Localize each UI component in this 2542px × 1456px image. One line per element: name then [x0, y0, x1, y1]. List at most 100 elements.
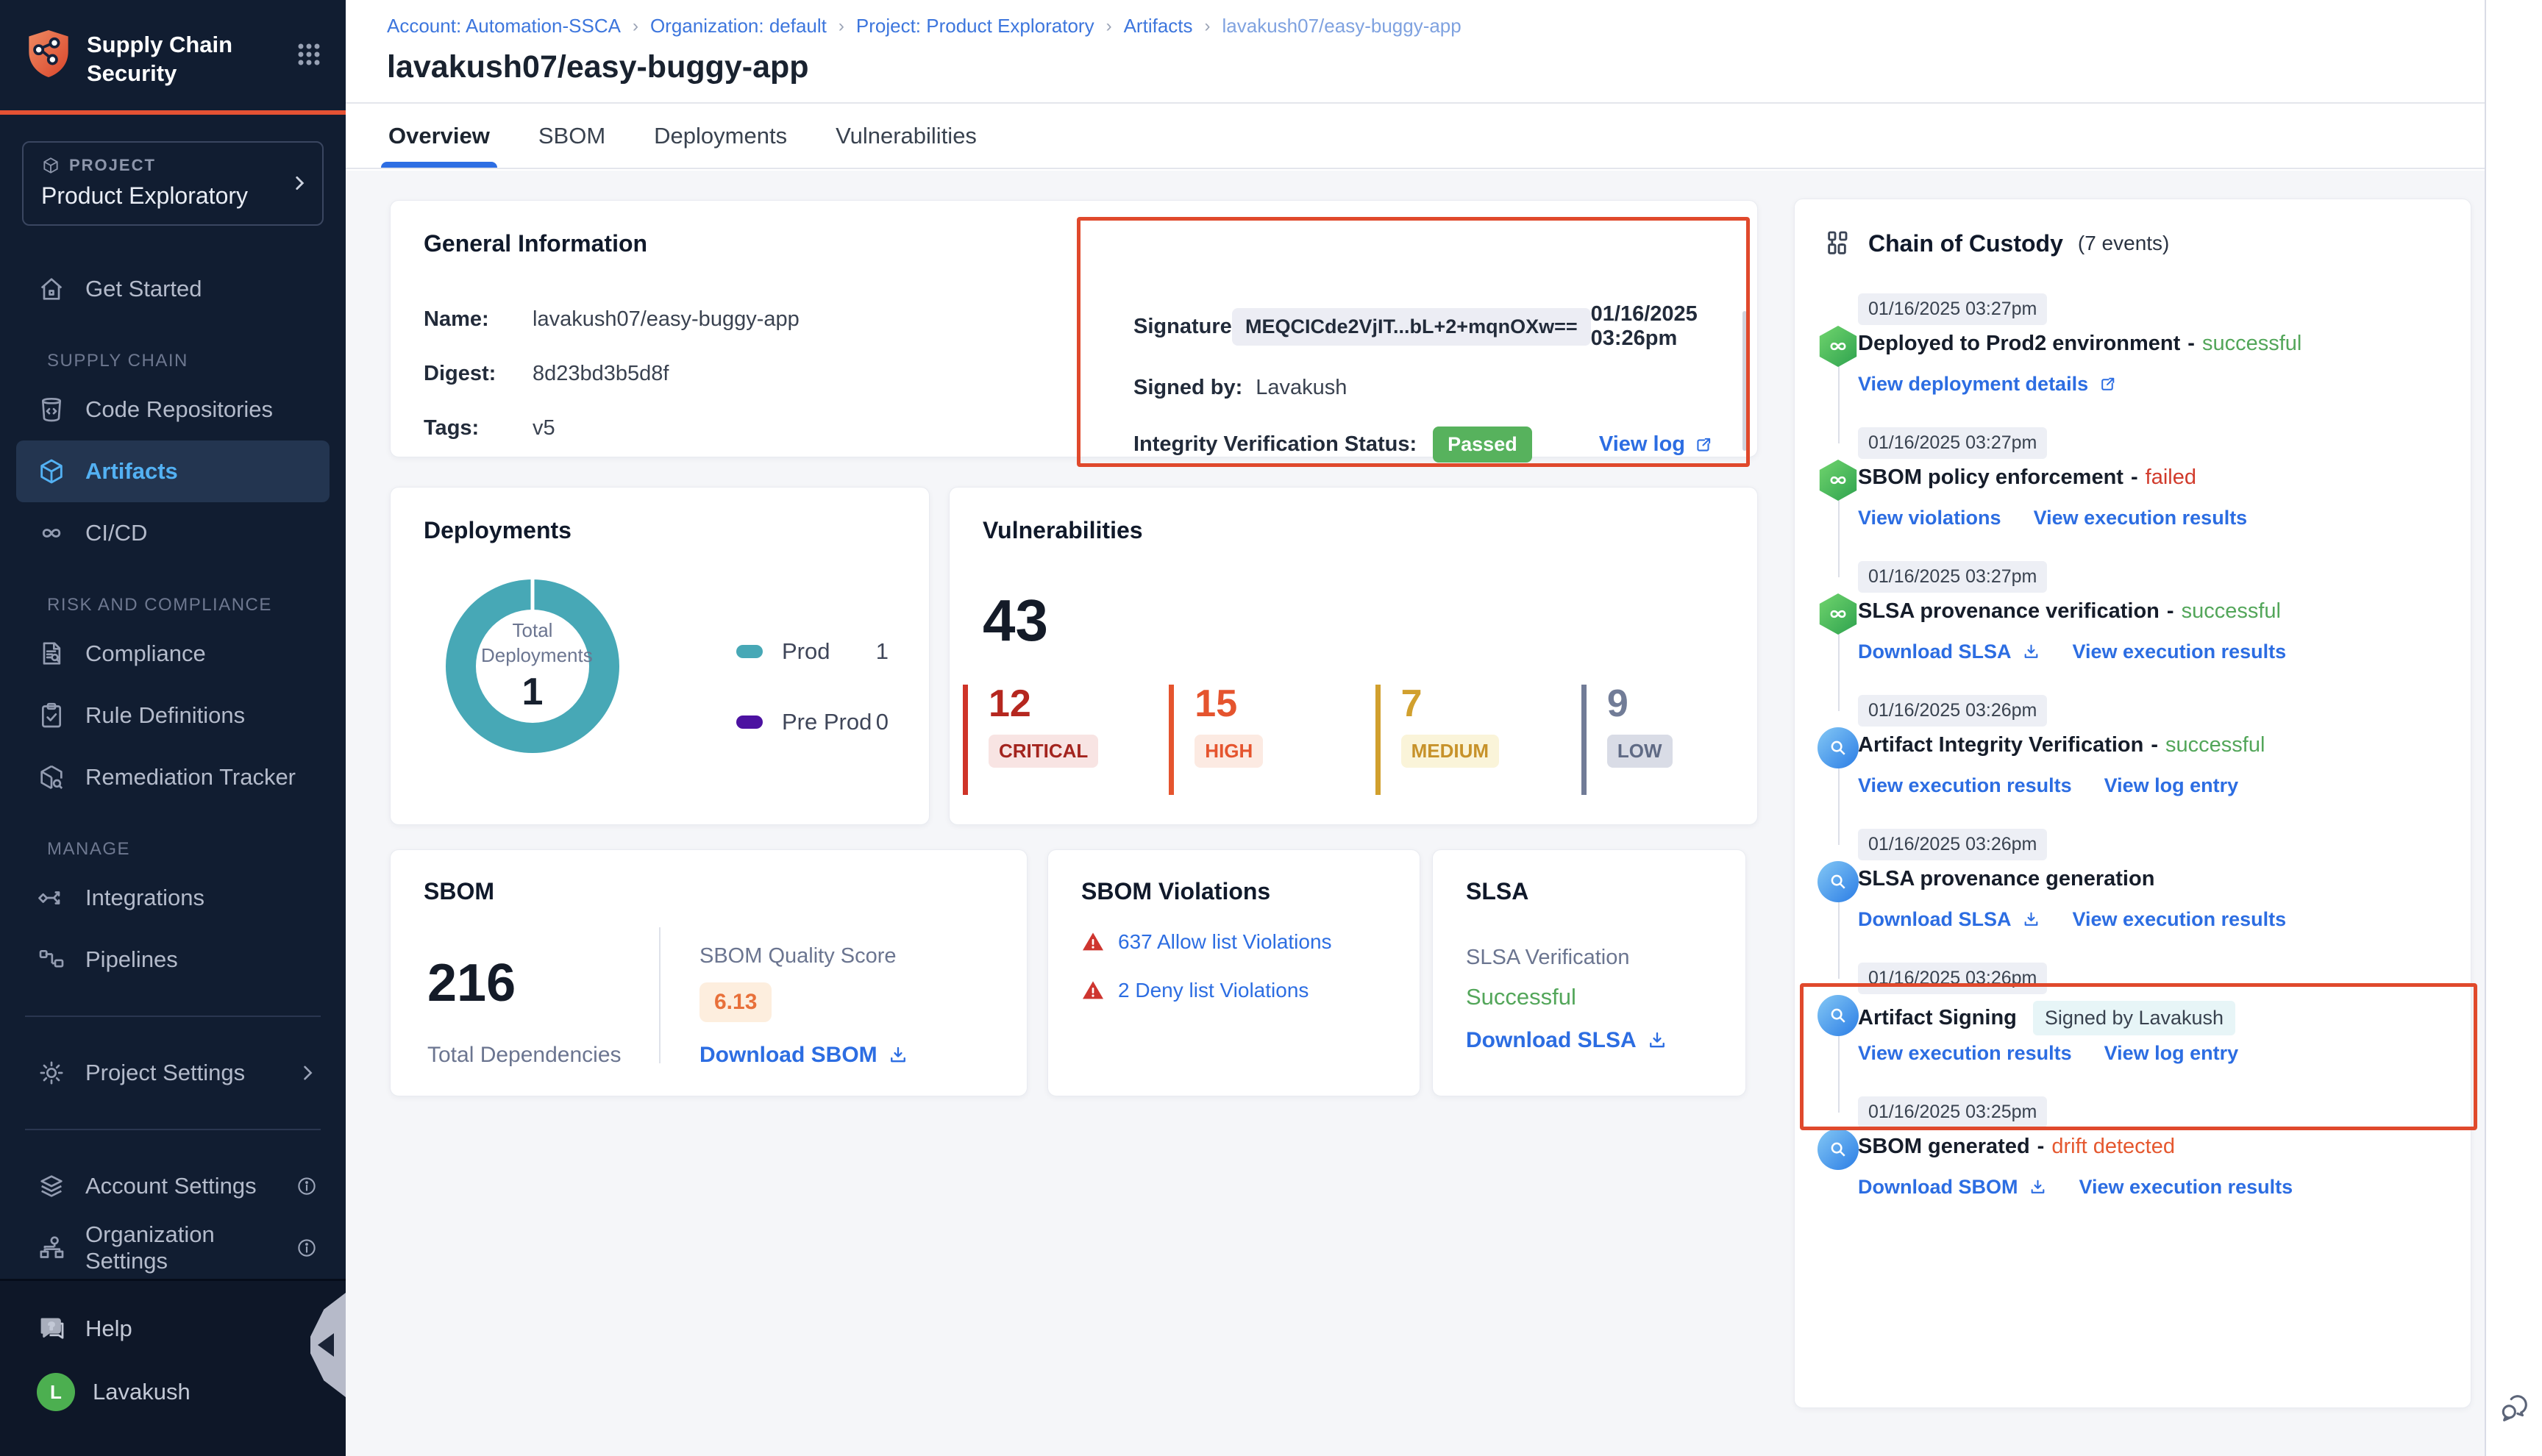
breadcrumb-separator: ›: [1205, 16, 1211, 37]
sidebar-item-label: Account Settings: [85, 1173, 257, 1199]
view-execution-results-link[interactable]: View execution results: [2073, 908, 2287, 931]
breadcrumb-artifacts[interactable]: Artifacts: [1124, 15, 1193, 38]
severity-badge: LOW: [1607, 735, 1673, 768]
tab-overview[interactable]: Overview: [388, 104, 490, 168]
download-sbom-link[interactable]: Download SBOM: [1858, 1176, 2047, 1199]
link-label: View log entry: [2104, 1042, 2239, 1065]
link-label: View execution results: [2034, 507, 2248, 529]
help-button[interactable]: ? Help: [0, 1297, 346, 1360]
vulnerabilities-total: 43: [983, 587, 1724, 654]
allow-list-violations-link[interactable]: 637 Allow list Violations: [1118, 930, 1332, 954]
warning-icon: [1081, 979, 1105, 1002]
event-deployed-prod2: 01/16/2025 03:27pm Deployed to Prod2 env…: [1795, 293, 2472, 427]
sidebar-item-remediation-tracker[interactable]: Remediation Tracker: [0, 746, 346, 808]
sidebar-item-artifacts[interactable]: Artifacts: [16, 440, 330, 502]
sidebar-item-code-repositories[interactable]: Code Repositories: [0, 379, 346, 440]
event-status: failed: [2146, 465, 2196, 490]
info-icon[interactable]: [296, 1237, 318, 1259]
page-header: Account: Automation-SSCA › Organization:…: [346, 0, 2485, 104]
signature-section: Signature: MEQCICde2VjIT...bL+2+mqnOXw==…: [1133, 302, 1713, 463]
sidebar-item-integrations[interactable]: Integrations: [0, 867, 346, 929]
event-timestamp: 01/16/2025 03:25pm: [1858, 1096, 2047, 1128]
event-title: SBOM policy enforcement: [1858, 465, 2123, 490]
sidebar-item-project-settings[interactable]: Project Settings: [0, 1042, 346, 1104]
vertical-divider: [659, 927, 661, 1063]
tab-deployments[interactable]: Deployments: [654, 104, 787, 168]
breadcrumb-current: lavakush07/easy-buggy-app: [1222, 15, 1462, 38]
link-label: View execution results: [2073, 640, 2287, 663]
view-execution-results-link[interactable]: View execution results: [1858, 774, 2072, 797]
severity-count: 7: [1401, 685, 1581, 723]
integrity-label: Integrity Verification Status:: [1133, 432, 1417, 457]
severity-low: 9 LOW: [1581, 685, 1735, 795]
view-log-link[interactable]: View log: [1599, 432, 1713, 457]
breadcrumb-project[interactable]: Project: Product Exploratory: [856, 15, 1094, 38]
chain-event-count: (7 events): [2078, 232, 2170, 255]
general-information-card: General Information Name: lavakush07/eas…: [390, 200, 1758, 457]
scan-event-icon: [1818, 995, 1859, 1036]
legend-chip-prod: [736, 645, 763, 658]
info-icon[interactable]: [296, 1175, 318, 1197]
name-value: lavakush07/easy-buggy-app: [533, 307, 800, 332]
event-separator: -: [2131, 465, 2138, 490]
sidebar-item-label: CI/CD: [85, 520, 147, 546]
gear-icon: [37, 1058, 66, 1088]
project-selector[interactable]: PROJECT Product Exploratory: [22, 141, 324, 226]
user-menu[interactable]: L Lavakush: [0, 1360, 346, 1424]
event-sbom-generated: 01/16/2025 03:25pm SBOM generated - drif…: [1795, 1096, 2472, 1230]
sbom-card: SBOM 216 Total Dependencies SBOM Quality…: [390, 849, 1028, 1096]
download-slsa-link[interactable]: Download SLSA: [1858, 640, 2040, 663]
signature-value[interactable]: MEQCICde2VjIT...bL+2+mqnOXw==: [1232, 308, 1591, 346]
download-slsa-link[interactable]: Download SLSA: [1858, 908, 2040, 931]
view-execution-results-link[interactable]: View execution results: [2079, 1176, 2293, 1199]
tab-sbom[interactable]: SBOM: [538, 104, 605, 168]
chain-of-custody-panel: Chain of Custody (7 events) 01/16/2025 0…: [1794, 199, 2471, 1408]
sbom-total-label: Total Dependencies: [427, 1043, 622, 1068]
sidebar-item-rule-definitions[interactable]: Rule Definitions: [0, 685, 346, 746]
event-slsa-provenance-generation: 01/16/2025 03:26pm SLSA provenance gener…: [1795, 829, 2472, 963]
view-deployment-details-link[interactable]: View deployment details: [1858, 373, 2117, 396]
sidebar-item-account-settings[interactable]: Account Settings: [0, 1155, 346, 1217]
event-separator: -: [2151, 733, 2158, 757]
view-log-entry-link[interactable]: View log entry: [2104, 1042, 2239, 1065]
view-execution-results-link[interactable]: View execution results: [1858, 1042, 2072, 1065]
breadcrumb-account[interactable]: Account: Automation-SSCA: [387, 15, 621, 38]
breadcrumb: Account: Automation-SSCA › Organization:…: [387, 0, 2485, 38]
view-execution-results-link[interactable]: View execution results: [2073, 640, 2287, 663]
breadcrumb-organization[interactable]: Organization: default: [650, 15, 827, 38]
breadcrumb-separator: ›: [633, 16, 638, 37]
download-sbom-label: Download SBOM: [699, 1043, 877, 1068]
sidebar-item-compliance[interactable]: Compliance: [0, 623, 346, 685]
sidebar-item-organization-settings[interactable]: Organization Settings: [0, 1217, 346, 1279]
view-violations-link[interactable]: View violations: [1858, 507, 2001, 529]
severity-high: 15 HIGH: [1169, 685, 1375, 795]
legend-label: Prod: [782, 638, 830, 665]
view-log-label: View log: [1599, 432, 1685, 457]
card-title: Vulnerabilities: [983, 517, 1724, 544]
sidebar-item-label: Get Started: [85, 276, 202, 302]
support-chat-icon[interactable]: [2498, 1393, 2532, 1427]
link-label: Download SLSA: [1858, 908, 2012, 931]
view-log-entry-link[interactable]: View log entry: [2104, 774, 2239, 797]
cicd-event-icon: [1818, 593, 1859, 635]
severity-medium: 7 MEDIUM: [1375, 685, 1581, 795]
download-slsa-link[interactable]: Download SLSA: [1466, 1028, 1667, 1053]
download-icon: [888, 1045, 908, 1066]
download-sbom-link[interactable]: Download SBOM: [699, 1043, 908, 1068]
view-execution-results-link[interactable]: View execution results: [2034, 507, 2248, 529]
sidebar-item-get-started[interactable]: Get Started: [0, 258, 346, 320]
card-title: Deployments: [424, 517, 896, 544]
allow-list-violations-row: 637 Allow list Violations: [1081, 930, 1386, 954]
sbom-total: 216: [427, 953, 516, 1013]
tab-vulnerabilities[interactable]: Vulnerabilities: [836, 104, 977, 168]
card-title: SBOM Violations: [1081, 878, 1386, 905]
card-scrollbar[interactable]: [1742, 311, 1747, 451]
sidebar-item-label: Organization Settings: [85, 1221, 277, 1274]
apps-grid-icon[interactable]: [293, 38, 325, 71]
deployments-legend: Prod 1 Pre Prod 0: [736, 638, 889, 779]
deny-list-violations-link[interactable]: 2 Deny list Violations: [1118, 979, 1309, 1002]
download-icon: [2029, 1178, 2047, 1196]
sidebar-item-cicd[interactable]: CI/CD: [0, 502, 346, 564]
sidebar-item-pipelines[interactable]: Pipelines: [0, 929, 346, 991]
event-separator: -: [2037, 1135, 2045, 1159]
